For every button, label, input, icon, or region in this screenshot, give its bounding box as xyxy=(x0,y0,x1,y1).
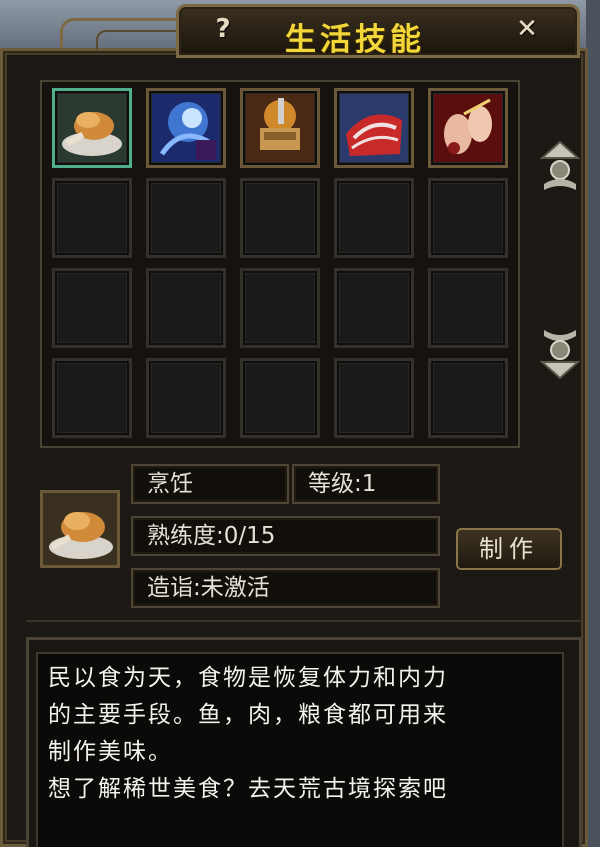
help-icon[interactable]: ? xyxy=(208,14,238,44)
empty-skill-slot[interactable] xyxy=(240,358,320,438)
description-box: 民以食为天，食物是恢复体力和内力 的主要手段。鱼，肉，粮食都可用来 制作美味。 … xyxy=(36,652,564,847)
skill-slot-cooking[interactable] xyxy=(52,88,132,168)
empty-skill-slot[interactable] xyxy=(52,358,132,438)
skill-level-field: 等级:1 xyxy=(292,464,440,504)
empty-skill-slot[interactable] xyxy=(240,178,320,258)
description-line: 的主要手段。鱼，肉，粮食都可用来 xyxy=(48,702,448,728)
make-button[interactable]: 制作 xyxy=(456,528,562,570)
spirit-skill-icon xyxy=(152,94,220,162)
scroll-down-icon[interactable] xyxy=(538,320,582,380)
empty-skill-slot[interactable] xyxy=(334,178,414,258)
description-text: 民以食为天，食物是恢复体力和内力 的主要手段。鱼，肉，粮食都可用来 制作美味。 … xyxy=(48,660,556,808)
selected-skill-icon xyxy=(40,490,120,568)
tailoring-skill-icon xyxy=(340,94,408,162)
skill-slot-spirit[interactable] xyxy=(146,88,226,168)
skill-slot-forging[interactable] xyxy=(240,88,320,168)
skill-slot-tailoring[interactable] xyxy=(334,88,414,168)
description-line: 民以食为天，食物是恢复体力和内力 xyxy=(48,665,448,691)
empty-skill-slot[interactable] xyxy=(428,178,508,258)
window-title: 生活技能 xyxy=(285,22,425,58)
cooking-skill-icon xyxy=(58,94,126,162)
skill-name-field: 烹饪 xyxy=(131,464,289,504)
crafting-skill-icon xyxy=(434,94,502,162)
empty-skill-slot[interactable] xyxy=(428,358,508,438)
section-divider xyxy=(26,620,582,622)
close-icon[interactable]: ✕ xyxy=(512,14,542,44)
cooking-skill-icon xyxy=(43,493,117,565)
empty-skill-slot[interactable] xyxy=(146,268,226,348)
empty-skill-slot[interactable] xyxy=(240,268,320,348)
skill-slot-crafting[interactable] xyxy=(428,88,508,168)
scene-edge xyxy=(586,0,600,847)
empty-skill-slot[interactable] xyxy=(334,358,414,438)
empty-skill-slot[interactable] xyxy=(334,268,414,348)
empty-skill-slot[interactable] xyxy=(146,358,226,438)
mastery-field: 造诣:未激活 xyxy=(131,568,440,608)
empty-skill-slot[interactable] xyxy=(52,178,132,258)
forging-skill-icon xyxy=(246,94,314,162)
scroll-up-icon[interactable] xyxy=(538,140,582,200)
empty-skill-slot[interactable] xyxy=(52,268,132,348)
proficiency-field: 熟练度:0/15 xyxy=(131,516,440,556)
description-line: 想了解稀世美食？去天荒古境探索吧 xyxy=(48,776,448,802)
empty-skill-slot[interactable] xyxy=(428,268,508,348)
description-line: 制作美味。 xyxy=(48,739,173,765)
empty-skill-slot[interactable] xyxy=(146,178,226,258)
